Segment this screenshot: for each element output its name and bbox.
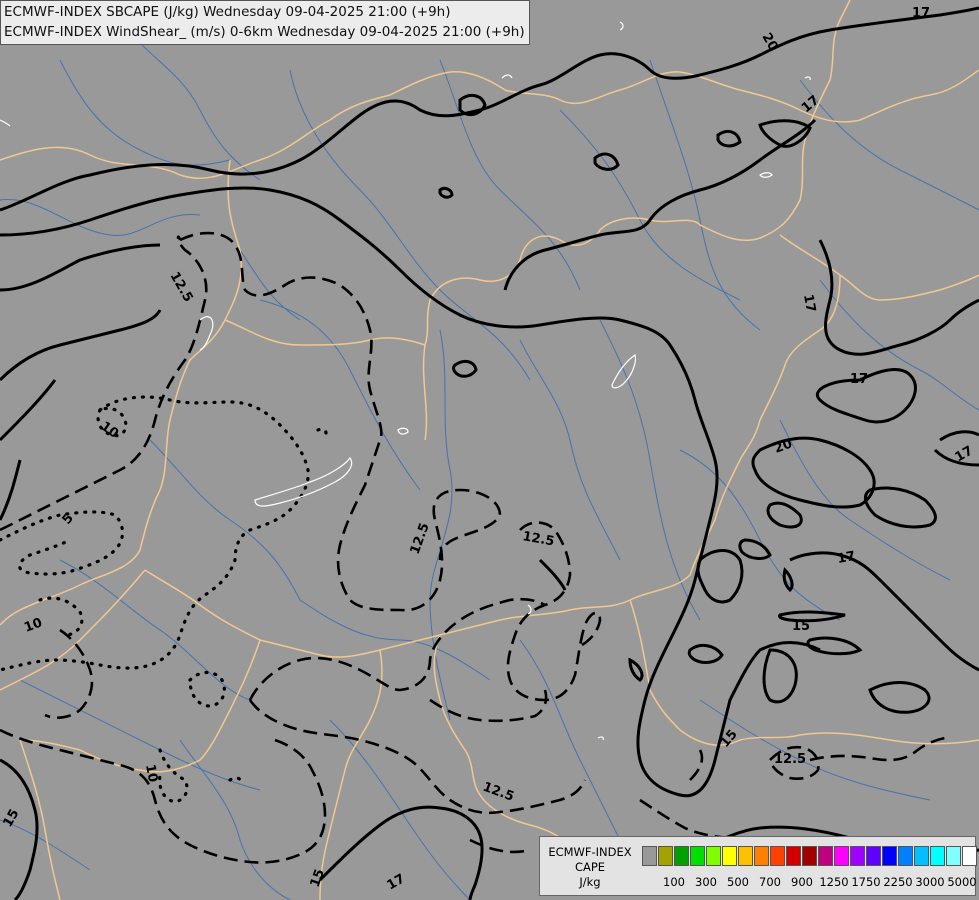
legend-swatch [946,846,961,866]
legend-swatch [658,846,673,866]
legend-swatch [642,846,657,866]
legend-swatch [818,846,833,866]
legend-swatch [914,846,929,866]
legend-swatch [834,846,849,866]
legend-tick-label: 5000 [947,875,977,889]
legend-swatch [706,846,721,866]
legend-swatch [802,846,817,866]
legend-swatch [850,846,865,866]
legend-swatch [882,846,897,866]
contour-label: 12.5 [774,752,806,767]
legend-tick-label: 500 [727,875,749,889]
legend-swatch [770,846,785,866]
legend-swatch [898,846,913,866]
weather-map: 17201712.510171720 17512.5 12.517151015101… [0,0,979,900]
legend-tick-label: 900 [791,875,813,889]
legend-swatch [962,846,977,866]
legend-tick-label: 3000 [915,875,945,889]
legend-swatch [754,846,769,866]
legend-title-source: ECMWF-INDEX [548,845,632,859]
contour-label: 17 [850,372,868,387]
legend-swatch [738,846,753,866]
contour-label: 17 [912,6,930,21]
legend-swatch [722,846,737,866]
map-stage: 17 20 17 12.5 10 17 17 20 17 5 12.5 12.5 17 15 10 15 10 1… [0,0,979,900]
legend-swatches [642,846,978,866]
legend-title-units: J/kg [579,875,601,889]
legend-tick-label: 300 [695,875,717,889]
legend-tick-label: 1750 [851,875,881,889]
legend-title: ECMWF-INDEX CAPE J/kg [542,845,638,890]
header-line-cape: ECMWF-INDEX SBCAPE (J/kg) Wednesday 09-0… [4,4,451,20]
legend-tick-label: 700 [759,875,781,889]
contour-label: 10 [142,763,160,783]
contour-label: 17 [800,293,818,313]
legend-swatch [866,846,881,866]
legend-tick-label: 100 [663,875,685,889]
legend-tick-label: 2250 [883,875,913,889]
legend-title-field: CAPE [574,860,606,874]
contour-label: 17 [836,549,856,567]
contour-label: 15 [792,619,810,634]
legend-swatch [930,846,945,866]
legend-swatch [674,846,689,866]
cape-legend: ECMWF-INDEX CAPE J/kg 100 300 500 700 900 125… [539,836,978,896]
legend-swatch [786,846,801,866]
header-line-windshear: ECMWF-INDEX WindShear_ (m/s) 0-6km Wedne… [4,24,525,40]
legend-tick-label: 1250 [819,875,849,889]
map-header: ECMWF-INDEX SBCAPE (J/kg) Wednesday 09-0… [0,0,530,45]
legend-swatch [690,846,705,866]
legend-ticks: 100 300 500 700 900 1250 1750 2250 3000 5000 [640,875,977,889]
